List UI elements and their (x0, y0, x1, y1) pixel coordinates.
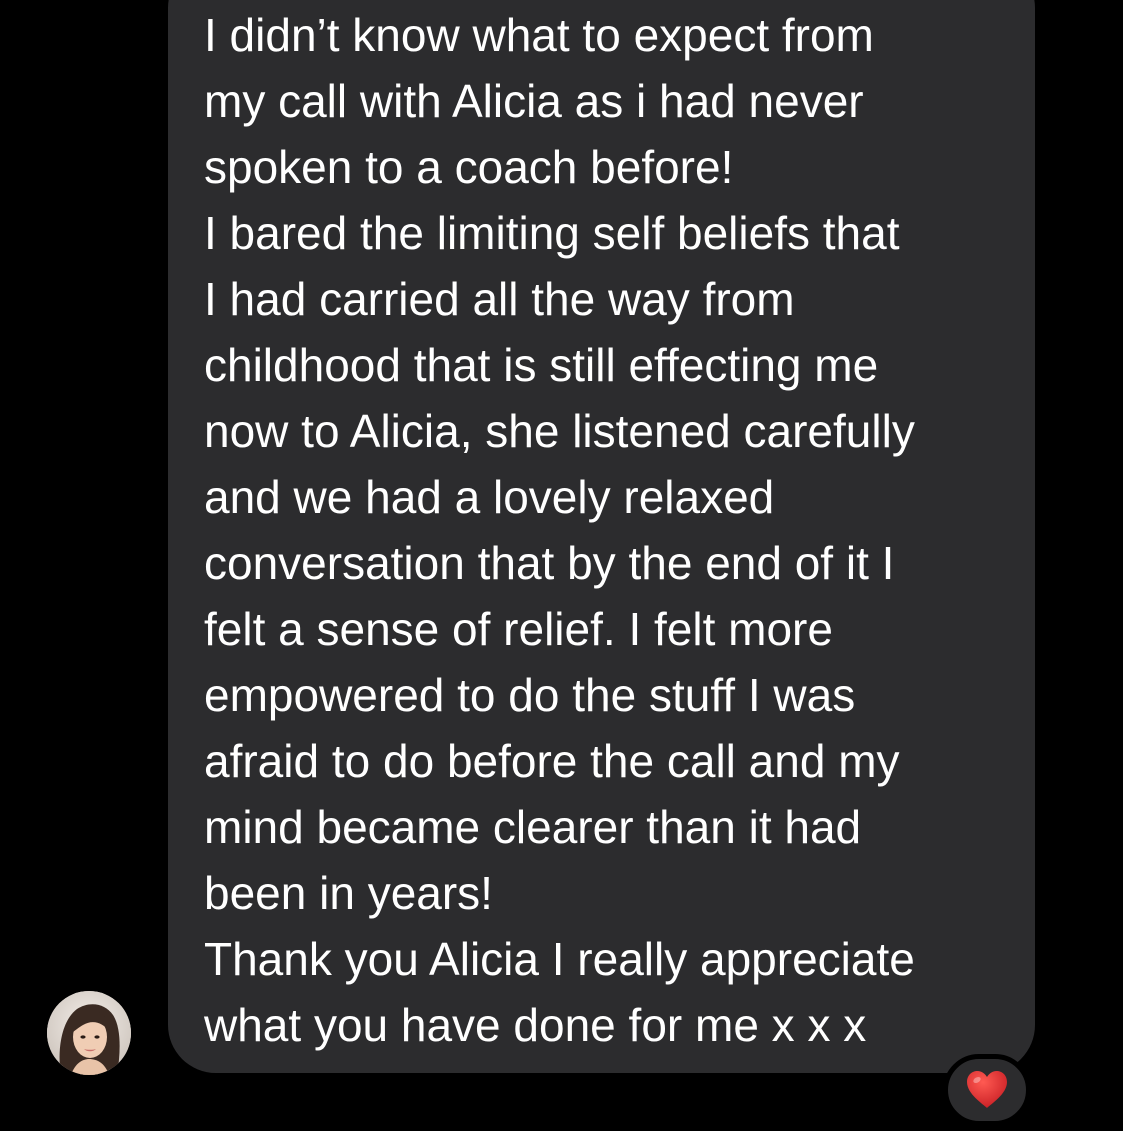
message-line: I had carried all the way from (204, 273, 795, 325)
message-line: mind became clearer than it had (204, 801, 862, 853)
message-line: I bared the limiting self beliefs that (204, 207, 900, 259)
red-heart-icon (967, 1071, 1007, 1108)
message-line: Thank you Alicia I really appreciate (204, 933, 915, 985)
message-line: empowered to do the stuff I was (204, 669, 856, 721)
reaction-badge[interactable] (943, 1054, 1031, 1126)
chat-screen: I didn’t know what to expect from my cal… (0, 0, 1123, 1131)
message-line: afraid to do before the call and my (204, 735, 900, 787)
message-line: spoken to a coach before! (204, 141, 734, 193)
sender-avatar[interactable] (47, 991, 131, 1075)
message-line: what you have done for me x x x (204, 999, 867, 1051)
message-line: felt a sense of relief. I felt more (204, 603, 833, 655)
profile-photo-icon (47, 991, 131, 1075)
message-text: I didn’t know what to expect from my cal… (204, 2, 1024, 1058)
message-line: now to Alicia, she listened carefully (204, 405, 915, 457)
message-line: conversation that by the end of it I (204, 537, 895, 589)
message-line: childhood that is still effecting me (204, 339, 879, 391)
message-line: I didn’t know what to expect from (204, 9, 874, 61)
message-line: been in years! (204, 867, 493, 919)
message-line: and we had a lovely relaxed (204, 471, 775, 523)
message-line: my call with Alicia as i had never (204, 75, 864, 127)
